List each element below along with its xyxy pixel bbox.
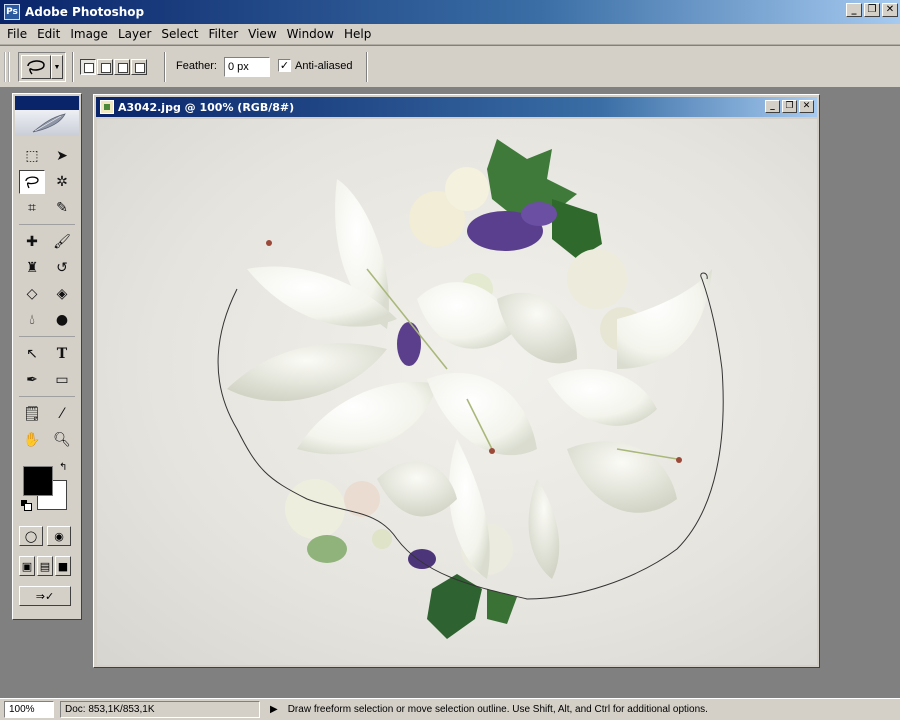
doc-close-button[interactable]: ✕ [799,100,814,113]
divider [164,52,166,82]
app-title: Adobe Photoshop [25,5,145,19]
status-message: Draw freeform selection or move selectio… [287,704,708,715]
menu-file[interactable]: File [2,27,32,41]
swap-colors-icon[interactable]: ↰ [59,462,67,473]
color-swatches: ↰ [21,462,71,514]
intersect-selection-button[interactable] [131,59,147,75]
move-tool-icon[interactable]: ➤ [49,144,75,168]
menu-image[interactable]: Image [65,27,113,41]
eyedropper-tool-icon[interactable]: ⁄ [49,402,75,426]
document-titlebar[interactable]: A3042.jpg @ 100% (RGB/8#) _ ❐ ✕ [96,97,817,117]
default-colors-icon[interactable] [21,500,32,511]
new-selection-button[interactable] [80,59,96,75]
antialiased-label: Anti-aliased [295,59,353,72]
zoom-tool-icon[interactable]: 🔍︎ [49,428,75,452]
menu-layer[interactable]: Layer [113,27,156,41]
document-window-controls: _ ❐ ✕ [765,100,814,113]
blur-tool-icon[interactable]: 💧︎ [19,308,45,332]
dodge-tool-icon[interactable]: ● [49,308,75,332]
eraser-tool-icon[interactable]: ◇ [19,282,45,306]
selection-modes [80,59,147,75]
history-brush-tool-icon[interactable]: ↺ [49,256,75,280]
lasso-tool-icon[interactable] [19,170,45,194]
menu-view[interactable]: View [243,27,281,41]
divider [19,224,75,228]
divider [366,52,368,82]
photoshop-icon: Ps [4,4,20,20]
options-grip[interactable] [4,52,10,82]
lasso-icon [21,55,51,79]
full-screen-menu-button[interactable]: ▤ [37,556,53,576]
app-titlebar: Ps Adobe Photoshop _ ❐ ✕ [0,0,900,24]
menu-edit[interactable]: Edit [32,27,65,41]
restore-button[interactable]: ❐ [864,3,880,17]
rectangle-tool-icon[interactable]: ▭ [49,368,75,392]
document-title: A3042.jpg @ 100% (RGB/8#) [118,100,295,114]
notes-tool-icon[interactable]: 🗒︎ [19,402,45,426]
slice-tool-icon[interactable]: ✎ [49,196,75,220]
clone-stamp-tool-icon[interactable]: ♜ [19,256,45,280]
brush-tool-icon[interactable]: 🖌︎ [49,230,75,254]
quick-mask-button[interactable]: ◉ [47,526,71,546]
doc-restore-button[interactable]: ❐ [782,100,797,113]
menu-filter[interactable]: Filter [203,27,243,41]
document-icon [100,100,114,114]
menu-select[interactable]: Select [156,27,203,41]
flower-bouquet-image [217,139,724,639]
menu-help[interactable]: Help [339,27,376,41]
menu-window[interactable]: Window [282,27,339,41]
status-bar: 100% Doc: 853,1K/853,1K ▶ Draw freeform … [0,698,900,720]
paint-bucket-tool-icon[interactable]: ◈ [49,282,75,306]
full-screen-button[interactable]: ■ [55,556,71,576]
close-button[interactable]: ✕ [882,3,898,17]
healing-brush-tool-icon[interactable]: ✚ [19,230,45,254]
screen-mode-row: ▣ ▤ ■ [19,556,71,576]
jump-to-imageready-button[interactable]: ⇒✓ [19,586,71,606]
menu-bar: File Edit Image Layer Select Filter View… [0,24,900,45]
standard-screen-button[interactable]: ▣ [19,556,35,576]
magic-wand-tool-icon[interactable]: ✲ [49,170,75,194]
document-window: A3042.jpg @ 100% (RGB/8#) _ ❐ ✕ [93,94,820,668]
path-selection-tool-icon[interactable]: ↖ [19,342,45,366]
feather-input[interactable] [224,57,270,77]
adobe-feather-logo[interactable] [15,110,79,136]
toolbox-header[interactable] [15,96,79,110]
chevron-down-icon[interactable]: ▼ [51,55,63,79]
hand-tool-icon[interactable]: ✋ [19,428,45,452]
jump-to-row: ⇒✓ [19,586,71,606]
standard-mode-button[interactable]: ◯ [19,526,43,546]
app-window-controls: _ ❐ ✕ [846,3,898,17]
minimize-button[interactable]: _ [846,3,862,17]
divider [72,52,74,82]
doc-minimize-button[interactable]: _ [765,100,780,113]
marquee-tool-icon[interactable]: ⬚ [19,144,45,168]
image-canvas[interactable] [97,119,817,665]
antialiased-checkbox[interactable]: ✓ [278,59,291,72]
document-info[interactable]: Doc: 853,1K/853,1K [60,701,260,718]
divider [19,336,75,340]
tools-grid: ⬚ ➤ ✲ ⌗ ✎ ✚ 🖌︎ ♜ ↺ ◇ ◈ 💧︎ ● ↖ T ✒ ▭ 🗒︎ ⁄… [19,144,77,452]
toolbox: ⬚ ➤ ✲ ⌗ ✎ ✚ 🖌︎ ♜ ↺ ◇ ◈ 💧︎ ● ↖ T ✒ ▭ 🗒︎ ⁄… [12,93,82,620]
play-icon[interactable]: ▶ [270,704,278,715]
pen-tool-icon[interactable]: ✒ [19,368,45,392]
mask-mode-row: ◯ ◉ [19,526,71,546]
crop-tool-icon[interactable]: ⌗ [19,196,45,220]
subtract-from-selection-button[interactable] [114,59,130,75]
options-bar: ▼ Feather: ✓ Anti-aliased [0,46,900,88]
tool-preset-picker[interactable]: ▼ [18,52,66,82]
antialiased-option: ✓ Anti-aliased [278,59,352,72]
zoom-level-field[interactable]: 100% [4,701,54,718]
divider [19,396,75,400]
feather-label: Feather: [176,60,217,72]
foreground-color-swatch[interactable] [23,466,53,496]
add-to-selection-button[interactable] [97,59,113,75]
type-tool-icon[interactable]: T [49,342,75,366]
